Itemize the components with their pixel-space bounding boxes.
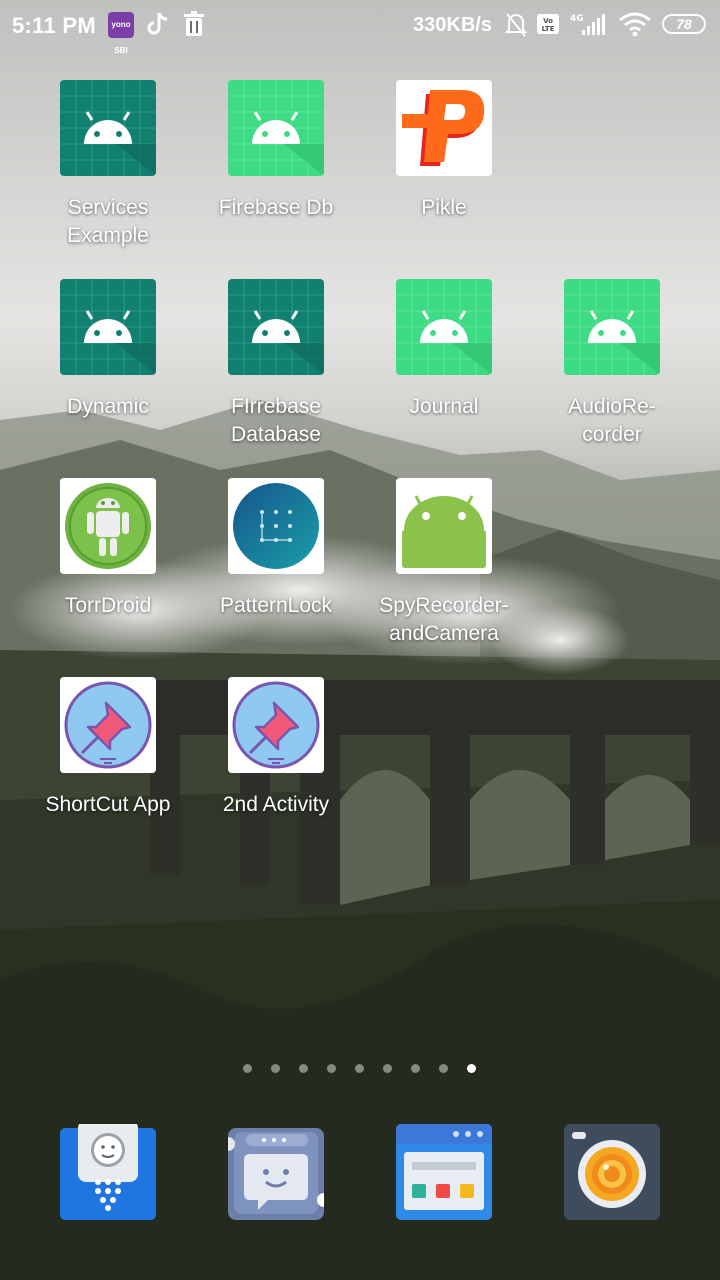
status-bar: 5:11 PM yono SBI 330KB/s Vo LTE 4G 78 [0,0,720,55]
android-robot-icon [396,478,492,574]
android-icon [228,279,324,375]
page-dot[interactable] [271,1064,280,1073]
app-label: PatternLock [219,594,333,617]
pin-icon [228,677,324,773]
app-label: 2nd Activity [222,793,330,816]
app-label: TorrDroid [64,594,152,617]
torrdroid-icon [60,478,156,574]
dock-contacts-icon[interactable] [60,1120,156,1220]
android-icon [228,80,324,176]
app-label: Dynamic [67,395,149,418]
trash-notification-icon [184,11,204,36]
android-icon [60,279,156,375]
app-label: AudioRe- corder [568,395,656,446]
battery-indicator: 78 [662,14,706,34]
page-dot[interactable] [383,1064,392,1073]
page-dot[interactable] [355,1064,364,1073]
app-label: SpyRecorder- andCamera [379,594,509,645]
pikle-p-icon [396,80,492,176]
page-dot[interactable] [243,1064,252,1073]
android-icon [60,80,156,176]
app-label: Pikle [421,196,467,219]
page-indicator [0,1064,720,1076]
signal-4g-icon: 4G [570,14,605,35]
app-label: Services Example [67,196,149,247]
clock: 5:11 PM [12,13,97,38]
android-icon [564,279,660,375]
bell-muted-icon [504,13,528,37]
page-dot[interactable] [327,1064,336,1073]
network-speed: 330KB/s [413,14,492,36]
dock-browser-icon[interactable] [396,1124,492,1220]
svg-text:4G: 4G [570,14,584,24]
page-dot[interactable] [439,1064,448,1073]
app-label: Firebase Db [218,196,334,219]
pin-icon [60,677,156,773]
pattern-lock-icon [228,478,324,574]
page-dot-active[interactable] [467,1064,476,1073]
dock-camera-icon[interactable] [564,1124,660,1220]
app-label: Journal [409,395,479,418]
yono-notification-icon: yono SBI [108,12,134,55]
android-icon [396,279,492,375]
page-dot[interactable] [299,1064,308,1073]
wifi-icon [619,12,651,37]
page-dot[interactable] [411,1064,420,1073]
app-label: ShortCut App [45,793,171,816]
dock-messaging-icon[interactable] [221,1124,331,1220]
tiktok-notification-icon [147,12,168,35]
svg-text:LTE: LTE [542,25,555,33]
svg-text:Vo: Vo [543,17,553,25]
volte-icon: Vo LTE [537,14,559,34]
app-label: FIrrebase Database [231,395,321,446]
